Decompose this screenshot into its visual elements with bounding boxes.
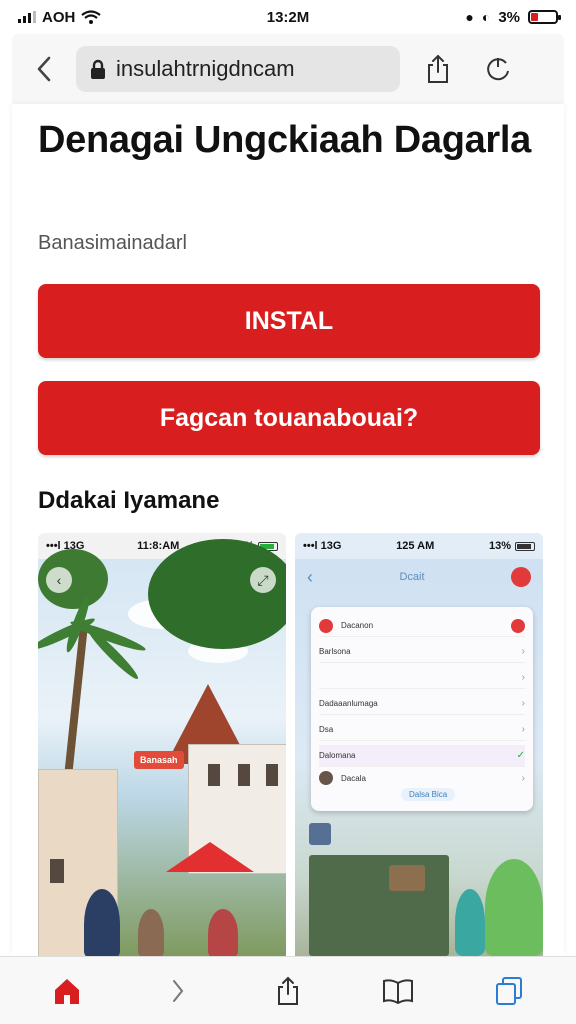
chevron-left-icon[interactable]: ‹ [307, 567, 313, 588]
share-button[interactable] [408, 34, 468, 104]
refresh-icon [487, 58, 509, 81]
card-row[interactable]: › [319, 667, 525, 689]
battery-icon [528, 10, 561, 24]
web-content: Denagai Ungckiaah Dagarla Banasimainadar… [12, 104, 564, 956]
location-pin-icon[interactable] [511, 567, 531, 587]
tabs-icon [495, 976, 522, 1005]
status-bar: AOH 13:2M ● ◐ 3% [0, 0, 576, 34]
card-row-label: Dalomana [319, 751, 356, 760]
alarm-icon: ● [465, 9, 474, 25]
card-row-label: Dacanon [341, 621, 374, 630]
status-left: AOH [18, 8, 102, 26]
mini-time: 11:8:AM [137, 540, 180, 552]
screenshot-thumbnail-2[interactable]: •••l 13G 125 AM 13% ‹ Dcait Dacanon Barl… [295, 533, 543, 956]
building-window [50, 859, 64, 883]
person [455, 889, 485, 956]
card-row-label [319, 673, 321, 682]
wifi-icon [81, 10, 102, 24]
mini-carrier: •••l 13G [303, 540, 342, 552]
chevron-right-icon: › [521, 672, 525, 683]
check-icon: ✓ [516, 750, 525, 761]
close-icon[interactable] [511, 618, 525, 633]
app-header: ‹ Dcait [295, 559, 543, 595]
status-right: ● ◐ 3% [465, 8, 561, 26]
do-not-disturb-icon: ◐ [481, 9, 491, 25]
back-button[interactable] [12, 34, 76, 104]
share-icon [277, 976, 298, 1005]
bookmarks-button[interactable] [368, 961, 428, 1021]
person [138, 909, 164, 956]
card-row-label: Barlsona [319, 647, 351, 656]
page-subtitle: Banasimainadarl [38, 232, 187, 254]
lock-icon [91, 59, 105, 79]
card-row[interactable]: Dalomana ✓ [319, 745, 525, 767]
screenshots-heading: Ddakai Iyamane [38, 487, 220, 514]
chevron-right-icon [172, 979, 183, 1002]
tree-foliage [148, 539, 286, 649]
screenshot-thumbnail-1[interactable]: •••l 13G 11:8:AM 13% Banasah [38, 533, 286, 956]
person [485, 859, 543, 956]
row-icon [319, 618, 333, 633]
person [208, 909, 238, 956]
mini-battery-group: 13% [489, 540, 535, 552]
photo-thumbnail [389, 865, 425, 891]
home-button[interactable] [37, 961, 97, 1021]
street-photo: Banasah ‹ ⤢ [38, 539, 286, 956]
person [84, 889, 120, 956]
share-icon [428, 54, 448, 83]
card-row-label: Dsa [319, 725, 334, 734]
tabs-button[interactable] [479, 961, 539, 1021]
card-row[interactable]: Dsa › [319, 719, 525, 741]
market-umbrella [166, 842, 254, 872]
avatar [319, 771, 333, 785]
book-icon [383, 978, 414, 1004]
card-row[interactable]: Dacanon [319, 615, 525, 637]
page-title: Denagai Ungckiaah Dagarla [38, 119, 532, 161]
battery-percent: 3% [498, 8, 520, 26]
chevron-right-icon: › [521, 772, 525, 784]
mini-status-bar: •••l 13G 125 AM 13% [295, 533, 543, 559]
mini-time: 125 AM [396, 540, 435, 552]
secondary-action-button[interactable]: Fagcan touanabouai? [38, 381, 540, 455]
building-window [208, 764, 220, 786]
refresh-button[interactable] [468, 34, 528, 104]
map-thumbnail [309, 823, 331, 845]
browser-toolbar [0, 956, 576, 1024]
photo-label: Banasah [134, 751, 184, 769]
card-row[interactable]: Dadaaanlumaga › [319, 693, 525, 715]
card-row-label: Dadaaanlumaga [319, 699, 378, 708]
chevron-right-icon: › [521, 698, 525, 709]
home-icon [55, 978, 80, 1004]
battery-icon [514, 541, 535, 551]
install-button[interactable]: INSTAL [38, 284, 540, 358]
status-pill: Dalsa Bica [401, 788, 456, 801]
photo-thumbnail [309, 855, 449, 956]
card-row-label: Dacala [341, 773, 366, 783]
expand-icon[interactable]: ⤢ [250, 567, 276, 593]
card-row[interactable]: Barlsona › [319, 641, 525, 663]
address-bar: insulahtrnigdncam [12, 34, 564, 104]
card-row[interactable]: Dacala › [319, 767, 525, 789]
app-title: Dcait [399, 571, 425, 583]
chevron-left-icon[interactable]: ‹ [46, 567, 72, 593]
chevron-right-icon: › [521, 646, 525, 657]
carrier-label: AOH [42, 8, 76, 26]
app-screen: ‹ Dcait Dacanon Barlsona › › Dadaaanluma… [295, 559, 543, 956]
mini-battery-text: 13% [488, 540, 511, 552]
menu-card: Dacanon Barlsona › › Dadaaanlumaga › Dsa [311, 607, 533, 811]
share-toolbar-button[interactable] [258, 961, 318, 1021]
forward-button[interactable] [148, 961, 208, 1021]
building-window [238, 764, 250, 786]
signal-icon [18, 11, 36, 23]
chevron-left-icon [37, 56, 51, 82]
building-window [266, 764, 278, 786]
chevron-right-icon: › [521, 724, 525, 735]
url-text: insulahtrnigdncam [116, 56, 295, 81]
url-field[interactable]: insulahtrnigdncam [76, 46, 400, 92]
